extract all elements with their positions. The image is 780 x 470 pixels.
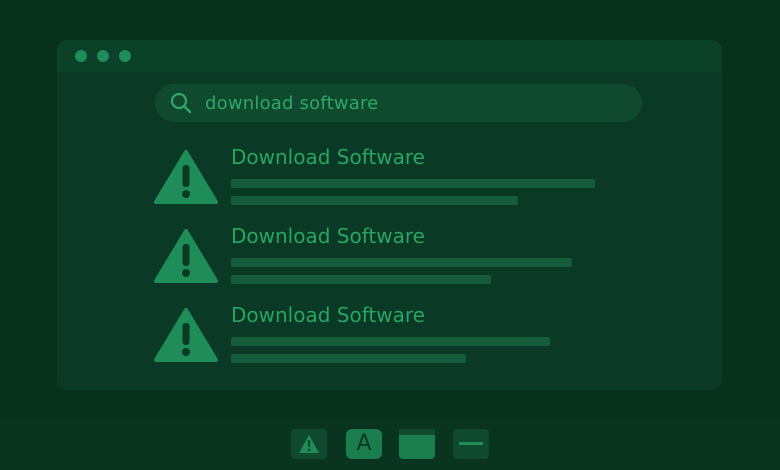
placeholder-line bbox=[231, 179, 595, 188]
taskbar-font-button[interactable]: A bbox=[346, 429, 382, 459]
search-result[interactable]: Download Software bbox=[153, 224, 623, 298]
search-result[interactable]: Download Software bbox=[153, 145, 623, 219]
window-control-dot[interactable] bbox=[119, 50, 131, 62]
placeholder-line bbox=[231, 354, 466, 363]
warning-icon bbox=[154, 308, 218, 362]
taskbar-window-button[interactable] bbox=[399, 429, 435, 459]
result-title[interactable]: Download Software bbox=[231, 303, 425, 327]
search-query[interactable]: download software bbox=[205, 93, 378, 114]
result-title[interactable]: Download Software bbox=[231, 224, 425, 248]
minimize-icon bbox=[459, 442, 483, 445]
placeholder-line bbox=[231, 275, 491, 284]
taskbar: A bbox=[0, 417, 780, 470]
warning-icon bbox=[154, 229, 218, 283]
placeholder-line bbox=[231, 337, 550, 346]
taskbar-minimize-button[interactable] bbox=[453, 429, 489, 459]
window-icon bbox=[399, 429, 435, 435]
window-control-dot[interactable] bbox=[97, 50, 109, 62]
window-title-bar bbox=[57, 40, 722, 72]
placeholder-line bbox=[231, 196, 518, 205]
taskbar-warning-button[interactable] bbox=[291, 429, 327, 459]
warning-icon bbox=[299, 435, 319, 453]
result-title[interactable]: Download Software bbox=[231, 145, 425, 169]
browser-window: download software Download Software Down… bbox=[57, 40, 722, 390]
warning-icon bbox=[154, 150, 218, 204]
search-result[interactable]: Download Software bbox=[153, 303, 623, 377]
placeholder-line bbox=[231, 258, 572, 267]
window-control-dot[interactable] bbox=[75, 50, 87, 62]
search-icon bbox=[170, 92, 192, 114]
font-a-icon: A bbox=[356, 431, 372, 456]
search-bar[interactable]: download software bbox=[155, 84, 642, 122]
